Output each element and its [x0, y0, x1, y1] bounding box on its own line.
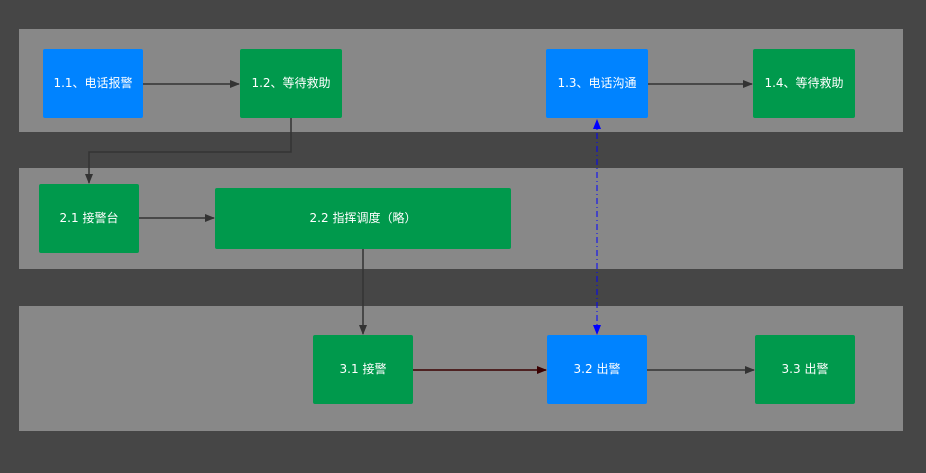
node-2-1-dispatch-desk[interactable]: 2.1 接警台: [39, 184, 139, 253]
node-2-1-label: 2.1 接警台: [59, 211, 119, 225]
node-3-2-label: 3.2 出警: [573, 362, 621, 376]
node-1-4-label: 1.4、等待救助: [764, 76, 844, 90]
node-3-2-dispatch-police[interactable]: 3.2 出警: [547, 335, 647, 404]
node-1-4-wait-rescue[interactable]: 1.4、等待救助: [753, 49, 855, 118]
node-3-3-label: 3.3 出警: [781, 362, 829, 376]
node-1-3-label: 1.3、电话沟通: [557, 76, 637, 90]
node-1-1-label: 1.1、电话报警: [53, 76, 133, 90]
node-1-3-phone-communicate[interactable]: 1.3、电话沟通: [546, 49, 648, 118]
node-1-2-wait-rescue[interactable]: 1.2、等待救助: [240, 49, 342, 118]
node-1-1-phone-report[interactable]: 1.1、电话报警: [43, 49, 143, 118]
node-3-1-label: 3.1 接警: [339, 362, 387, 376]
node-3-3-dispatch-police[interactable]: 3.3 出警: [755, 335, 855, 404]
node-2-2-command-dispatch[interactable]: 2.2 指挥调度（略）: [215, 188, 511, 249]
node-2-2-label: 2.2 指挥调度（略）: [309, 211, 417, 225]
node-3-1-receive-alarm[interactable]: 3.1 接警: [313, 335, 413, 404]
node-1-2-label: 1.2、等待救助: [251, 76, 331, 90]
